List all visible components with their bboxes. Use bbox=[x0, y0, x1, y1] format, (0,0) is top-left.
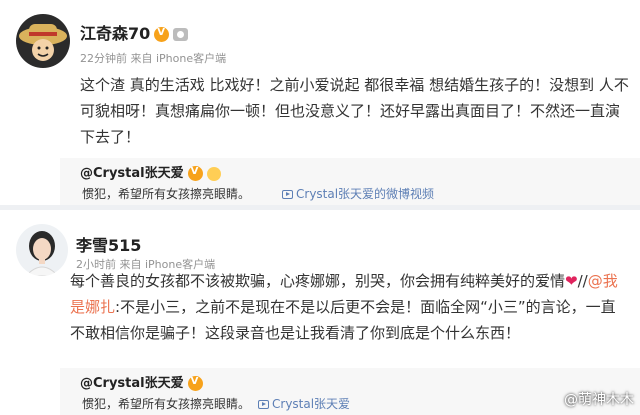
video-link-text[interactable]: Crystal张天爱的微博视频 bbox=[296, 187, 434, 201]
video-play-icon bbox=[282, 190, 293, 199]
repost-box[interactable]: @Crystal张天爱 惯犯，希望所有女孩擦亮眼睛。 Crystal张天爱 bbox=[60, 368, 640, 415]
heart-icon: ❤ bbox=[565, 272, 578, 290]
repost-author[interactable]: @Crystal张天爱 bbox=[80, 372, 203, 391]
emoji-icon bbox=[206, 166, 221, 181]
verified-badge-icon bbox=[187, 376, 203, 391]
video-link-text[interactable]: Crystal张天爱 bbox=[272, 397, 350, 411]
repost-author-text[interactable]: @Crystal张天爱 bbox=[80, 376, 184, 391]
repost-text: 惯犯，希望所有女孩擦亮眼睛。 bbox=[82, 397, 251, 411]
video-link[interactable]: Crystal张天爱 bbox=[258, 395, 350, 412]
post-card-2: 李雪515 2小时前 来自 iPhone客户端 每个善良的女孩都不该被欺骗，心疼… bbox=[0, 210, 640, 415]
post-card-1: 江奇森70 22分钟前 来自 iPhone客户端 这个渣 真的生活戏 比戏好！之… bbox=[0, 0, 640, 205]
repost-text: 惯犯，希望所有女孩擦亮眼睛。 bbox=[82, 187, 251, 201]
verified-badge-icon bbox=[154, 27, 170, 42]
post-text: 这个渣 真的生活戏 比戏好！之前小爱说起 都很幸福 想结婚生孩子的！没想到 人不… bbox=[80, 76, 629, 146]
post-meta: 22分钟前 来自 iPhone客户端 bbox=[80, 52, 227, 65]
watermark: @萌神木木 bbox=[564, 392, 634, 408]
verified-badge-icon bbox=[187, 166, 203, 181]
video-play-icon bbox=[258, 400, 269, 409]
author-name[interactable]: 江奇森70 bbox=[80, 20, 189, 44]
repost-author-text[interactable]: @Crystal张天爱 bbox=[80, 166, 184, 181]
post-text: 每个善良的女孩都不该被欺骗，心疼娜娜，别哭，你会拥有纯粹美好的爱情❤//@我是娜… bbox=[70, 268, 630, 346]
avatar-jiangqisen[interactable] bbox=[16, 14, 70, 68]
post-text-separator: // bbox=[577, 272, 588, 290]
repost-author[interactable]: @Crystal张天爱 bbox=[80, 162, 221, 181]
avatar-lixue[interactable] bbox=[16, 224, 68, 276]
author-name[interactable]: 李雪515 bbox=[76, 232, 141, 256]
author-name-text[interactable]: 李雪515 bbox=[76, 236, 141, 255]
post-text-part2: :不是小三，之前不是现在不是以后更不会是！面临全网“小三”的言论，一直不敢相信你… bbox=[70, 298, 616, 342]
repost-box[interactable]: @Crystal张天爱 惯犯，希望所有女孩擦亮眼睛。 Crystal张天爱的微博… bbox=[60, 158, 640, 205]
post-text-part1: 每个善良的女孩都不该被欺骗，心疼娜娜，别哭，你会拥有纯粹美好的爱情 bbox=[70, 272, 566, 290]
video-link[interactable]: Crystal张天爱的微博视频 bbox=[282, 185, 434, 202]
member-level-icon bbox=[173, 28, 189, 41]
author-name-text[interactable]: 江奇森70 bbox=[80, 24, 150, 43]
